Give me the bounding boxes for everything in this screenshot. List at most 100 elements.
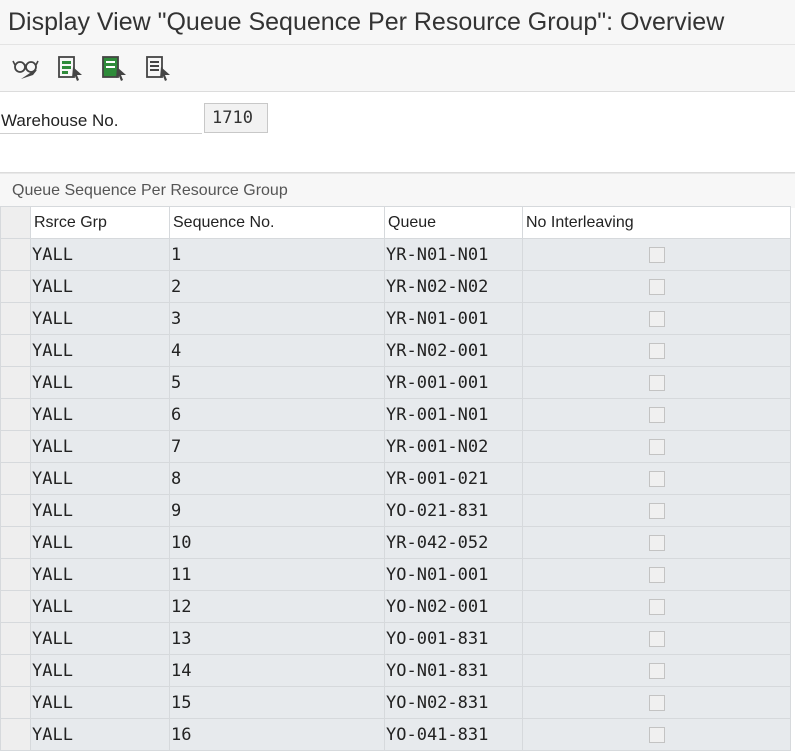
cell-queue[interactable]: YR-N01-N01 [384, 238, 523, 271]
cell-rsrce-grp[interactable]: YALL [30, 718, 170, 751]
select-all-cell[interactable] [0, 206, 31, 239]
cell-rsrce-grp[interactable]: YALL [30, 558, 170, 591]
no-interleaving-checkbox[interactable] [648, 630, 665, 647]
no-interleaving-checkbox[interactable] [648, 246, 665, 263]
cell-rsrce-grp[interactable]: YALL [30, 238, 170, 271]
cell-rsrce-grp[interactable]: YALL [30, 526, 170, 559]
no-interleaving-checkbox[interactable] [648, 566, 665, 583]
cell-sequence-no[interactable]: 16 [169, 718, 385, 751]
cell-rsrce-grp[interactable]: YALL [30, 366, 170, 399]
cell-rsrce-grp[interactable]: YALL [30, 334, 170, 367]
row-selector[interactable] [0, 238, 31, 271]
no-interleaving-checkbox[interactable] [648, 438, 665, 455]
deselect-all-button[interactable] [138, 49, 178, 87]
cell-queue[interactable]: YO-041-831 [384, 718, 523, 751]
select-block-button[interactable] [94, 49, 134, 87]
cell-rsrce-grp[interactable]: YALL [30, 654, 170, 687]
cell-no-interleaving [522, 494, 791, 527]
cell-queue[interactable]: YO-N02-831 [384, 686, 523, 719]
no-interleaving-checkbox[interactable] [648, 310, 665, 327]
cell-sequence-no[interactable]: 8 [169, 462, 385, 495]
cell-sequence-no[interactable]: 1 [169, 238, 385, 271]
cell-sequence-no[interactable]: 9 [169, 494, 385, 527]
row-selector[interactable] [0, 302, 31, 335]
cell-sequence-no[interactable]: 10 [169, 526, 385, 559]
row-selector[interactable] [0, 398, 31, 431]
cell-sequence-no[interactable]: 4 [169, 334, 385, 367]
row-selector[interactable] [0, 590, 31, 623]
table-row: YALL 2 YR-N02-N02 [0, 270, 791, 303]
table-row: YALL 6 YR-001-N01 [0, 398, 791, 431]
cell-sequence-no[interactable]: 6 [169, 398, 385, 431]
no-interleaving-checkbox[interactable] [648, 470, 665, 487]
row-selector[interactable] [0, 526, 31, 559]
row-selector[interactable] [0, 430, 31, 463]
cell-rsrce-grp[interactable]: YALL [30, 302, 170, 335]
cell-queue[interactable]: YR-042-052 [384, 526, 523, 559]
cell-queue[interactable]: YR-N02-001 [384, 334, 523, 367]
cell-queue[interactable]: YO-N01-831 [384, 654, 523, 687]
no-interleaving-checkbox[interactable] [648, 694, 665, 711]
cell-rsrce-grp[interactable]: YALL [30, 430, 170, 463]
row-selector[interactable] [0, 622, 31, 655]
cell-queue[interactable]: YR-001-N02 [384, 430, 523, 463]
cell-sequence-no[interactable]: 7 [169, 430, 385, 463]
cell-rsrce-grp[interactable]: YALL [30, 590, 170, 623]
cell-sequence-no[interactable]: 3 [169, 302, 385, 335]
cell-queue[interactable]: YR-001-N01 [384, 398, 523, 431]
cell-no-interleaving [522, 526, 791, 559]
no-interleaving-checkbox[interactable] [648, 502, 665, 519]
cell-sequence-no[interactable]: 2 [169, 270, 385, 303]
cell-sequence-no[interactable]: 12 [169, 590, 385, 623]
cell-queue[interactable]: YR-N01-001 [384, 302, 523, 335]
cell-rsrce-grp[interactable]: YALL [30, 494, 170, 527]
cell-rsrce-grp[interactable]: YALL [30, 398, 170, 431]
column-header-no-interleaving[interactable]: No Interleaving [522, 206, 791, 239]
column-header-sequence-no[interactable]: Sequence No. [169, 206, 385, 239]
row-selector[interactable] [0, 718, 31, 751]
cell-sequence-no[interactable]: 15 [169, 686, 385, 719]
table-row: YALL 3 YR-N01-001 [0, 302, 791, 335]
row-selector[interactable] [0, 686, 31, 719]
no-interleaving-checkbox[interactable] [648, 726, 665, 743]
no-interleaving-checkbox[interactable] [648, 662, 665, 679]
warehouse-number-field[interactable]: 1710 [204, 103, 268, 133]
cell-rsrce-grp[interactable]: YALL [30, 686, 170, 719]
cell-queue[interactable]: YO-001-831 [384, 622, 523, 655]
no-interleaving-checkbox[interactable] [648, 342, 665, 359]
cell-rsrce-grp[interactable]: YALL [30, 462, 170, 495]
cell-sequence-no[interactable]: 5 [169, 366, 385, 399]
select-all-button[interactable] [50, 49, 90, 87]
no-interleaving-checkbox[interactable] [648, 598, 665, 615]
row-selector[interactable] [0, 366, 31, 399]
row-selector[interactable] [0, 494, 31, 527]
no-interleaving-checkbox[interactable] [648, 374, 665, 391]
table-row: YALL 8 YR-001-021 [0, 462, 791, 495]
column-header-rsrce-grp[interactable]: Rsrce Grp [30, 206, 170, 239]
row-selector[interactable] [0, 334, 31, 367]
row-selector[interactable] [0, 462, 31, 495]
cell-sequence-no[interactable]: 14 [169, 654, 385, 687]
display-change-toggle-button[interactable] [6, 49, 46, 87]
cell-queue[interactable]: YR-N02-N02 [384, 270, 523, 303]
row-selector[interactable] [0, 654, 31, 687]
no-interleaving-checkbox[interactable] [648, 406, 665, 423]
no-interleaving-checkbox[interactable] [648, 278, 665, 295]
row-selector[interactable] [0, 558, 31, 591]
select-all-icon [58, 56, 82, 81]
cell-no-interleaving [522, 718, 791, 751]
cell-queue[interactable]: YO-021-831 [384, 494, 523, 527]
display-change-toggle-icon [12, 60, 39, 79]
warehouse-label: Warehouse No. [0, 108, 202, 134]
cell-rsrce-grp[interactable]: YALL [30, 270, 170, 303]
cell-queue[interactable]: YO-N02-001 [384, 590, 523, 623]
cell-rsrce-grp[interactable]: YALL [30, 622, 170, 655]
cell-sequence-no[interactable]: 13 [169, 622, 385, 655]
cell-queue[interactable]: YR-001-021 [384, 462, 523, 495]
no-interleaving-checkbox[interactable] [648, 534, 665, 551]
cell-queue[interactable]: YO-N01-001 [384, 558, 523, 591]
cell-queue[interactable]: YR-001-001 [384, 366, 523, 399]
cell-sequence-no[interactable]: 11 [169, 558, 385, 591]
column-header-queue[interactable]: Queue [384, 206, 523, 239]
row-selector[interactable] [0, 270, 31, 303]
